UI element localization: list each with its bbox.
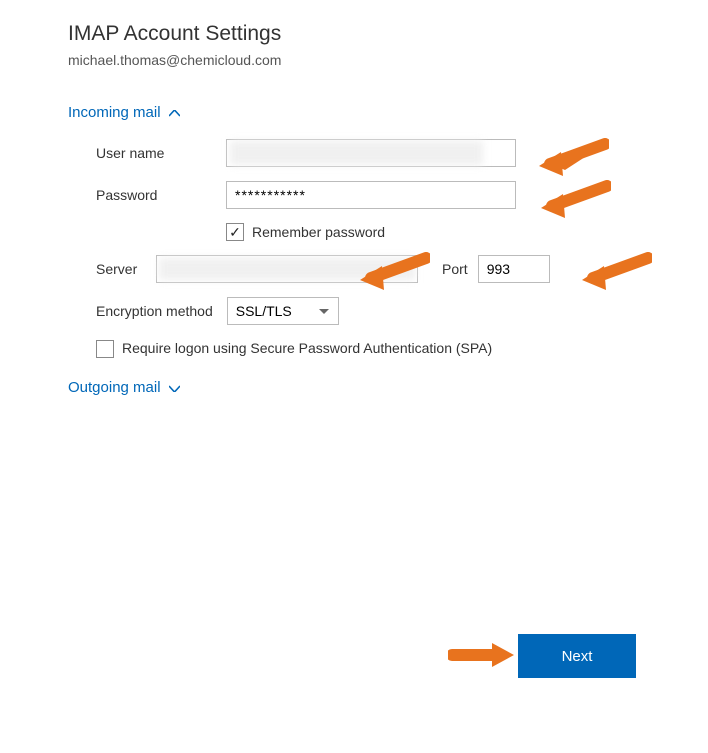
username-input[interactable] bbox=[226, 139, 516, 167]
spa-checkbox[interactable]: Require logon using Secure Password Auth… bbox=[96, 339, 492, 359]
encryption-label: Encryption method bbox=[96, 303, 213, 319]
checkbox-icon bbox=[96, 340, 114, 358]
chevron-down-icon bbox=[169, 379, 180, 396]
outgoing-mail-label: Outgoing mail bbox=[68, 379, 161, 396]
account-email: michael.thomas@chemicloud.com bbox=[68, 52, 640, 68]
remember-password-label: Remember password bbox=[252, 224, 385, 240]
outgoing-mail-header[interactable]: Outgoing mail bbox=[68, 379, 640, 396]
incoming-mail-header[interactable]: Incoming mail bbox=[68, 104, 640, 121]
port-label: Port bbox=[442, 261, 468, 277]
arrow-annotation bbox=[448, 640, 518, 670]
remember-password-checkbox[interactable]: Remember password bbox=[226, 223, 385, 241]
incoming-mail-section: User name Password Remember password Ser… bbox=[68, 139, 640, 359]
username-label: User name bbox=[96, 145, 226, 161]
server-input[interactable] bbox=[156, 255, 418, 283]
checkbox-icon bbox=[226, 223, 244, 241]
spa-label: Require logon using Secure Password Auth… bbox=[122, 339, 492, 359]
password-label: Password bbox=[96, 187, 226, 203]
encryption-select[interactable]: SSL/TLS bbox=[227, 297, 339, 325]
page-title: IMAP Account Settings bbox=[68, 22, 640, 46]
port-input[interactable] bbox=[478, 255, 550, 283]
server-label: Server bbox=[96, 261, 156, 277]
next-button[interactable]: Next bbox=[518, 634, 636, 678]
password-input[interactable] bbox=[226, 181, 516, 209]
incoming-mail-label: Incoming mail bbox=[68, 104, 161, 121]
chevron-up-icon bbox=[169, 104, 180, 121]
